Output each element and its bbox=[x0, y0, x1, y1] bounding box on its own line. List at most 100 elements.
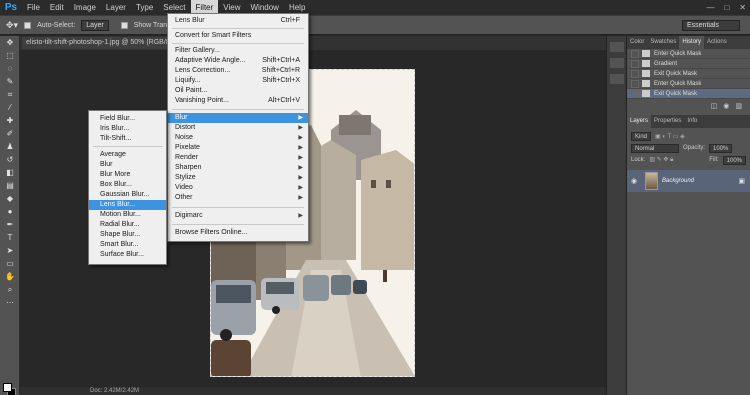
menu-item-iris-blur[interactable]: Iris Blur... bbox=[89, 124, 166, 134]
menu-item-radial-blur[interactable]: Radial Blur... bbox=[89, 220, 166, 230]
menu-item-blur[interactable]: Blur ▶ bbox=[168, 113, 308, 123]
menu-item-blur[interactable]: Blur bbox=[89, 160, 166, 170]
tab-properties[interactable]: Properties bbox=[651, 115, 684, 128]
history-item[interactable]: Exit Quick Mask bbox=[627, 69, 750, 79]
menu-item-tilt-shift[interactable]: Tilt-Shift... bbox=[89, 134, 166, 144]
tab-actions[interactable]: Actions bbox=[704, 36, 730, 49]
tab-history[interactable]: History bbox=[679, 36, 705, 49]
history-source-checkbox[interactable] bbox=[631, 69, 639, 78]
menu-image[interactable]: Image bbox=[69, 0, 101, 15]
menu-layer[interactable]: Layer bbox=[101, 0, 131, 15]
history-item[interactable]: Enter Quick Mask bbox=[627, 49, 750, 59]
path-select-tool-icon[interactable]: ➤ bbox=[0, 244, 20, 257]
menu-item-smart-blur[interactable]: Smart Blur... bbox=[89, 240, 166, 250]
new-snapshot-icon[interactable]: ◫ bbox=[711, 102, 718, 110]
auto-select-checkbox[interactable] bbox=[24, 21, 32, 29]
menu-edit[interactable]: Edit bbox=[45, 0, 69, 15]
menu-item-other[interactable]: Other ▶ bbox=[168, 193, 308, 203]
properties-panel-icon[interactable] bbox=[610, 58, 624, 68]
foreground-color-swatch[interactable] bbox=[3, 383, 12, 392]
menu-item-distort[interactable]: Distort ▶ bbox=[168, 123, 308, 133]
tab-swatches[interactable]: Swatches bbox=[647, 36, 679, 49]
hand-tool-icon[interactable]: ✋ bbox=[0, 270, 20, 283]
eyedropper-tool-icon[interactable]: ⁄ bbox=[0, 101, 20, 114]
zoom-tool-icon[interactable]: ⌕ bbox=[0, 283, 20, 296]
stamp-tool-icon[interactable]: ♟ bbox=[0, 140, 20, 153]
brush-tool-icon[interactable]: ✐ bbox=[0, 127, 20, 140]
menu-item-lens-blur[interactable]: Lens Blur... bbox=[89, 200, 166, 210]
history-item[interactable]: Gradient bbox=[627, 59, 750, 69]
history-item[interactable]: Enter Quick Mask bbox=[627, 79, 750, 89]
visibility-eye-icon[interactable]: ◉ bbox=[627, 177, 641, 185]
history-source-checkbox[interactable] bbox=[631, 79, 639, 88]
menu-item-last-filter[interactable]: Lens Blur Ctrl+F bbox=[168, 16, 308, 26]
auto-select-dropdown[interactable]: Layer bbox=[81, 19, 109, 31]
menu-item-motion-blur[interactable]: Motion Blur... bbox=[89, 210, 166, 220]
menu-item-digimarc[interactable]: Digimarc ▶ bbox=[168, 211, 308, 221]
opacity-input[interactable]: 100% bbox=[709, 143, 733, 153]
menu-item-lens-correction[interactable]: Lens Correction... Shift+Ctrl+R bbox=[168, 66, 308, 76]
lasso-tool-icon[interactable]: ◌ bbox=[0, 62, 20, 75]
menu-item-stylize[interactable]: Stylize ▶ bbox=[168, 173, 308, 183]
menu-item-field-blur[interactable]: Field Blur... bbox=[89, 114, 166, 124]
layer-row-background[interactable]: ◉ Background ▣ bbox=[627, 170, 750, 192]
tab-color[interactable]: Color bbox=[627, 36, 647, 49]
menu-item-noise[interactable]: Noise ▶ bbox=[168, 133, 308, 143]
shape-tool-icon[interactable]: ▭ bbox=[0, 257, 20, 270]
blur-tool-icon[interactable]: ◆ bbox=[0, 192, 20, 205]
menu-item-pixelate[interactable]: Pixelate ▶ bbox=[168, 143, 308, 153]
menu-item-convert-smart-filters[interactable]: Convert for Smart Filters bbox=[168, 31, 308, 41]
workspace-dropdown[interactable]: Essentials bbox=[682, 20, 740, 31]
menu-item-sharpen[interactable]: Sharpen ▶ bbox=[168, 163, 308, 173]
close-icon[interactable]: ✕ bbox=[739, 3, 746, 12]
move-tool-icon[interactable]: ✥▾ bbox=[6, 20, 18, 31]
character-panel-icon[interactable] bbox=[610, 74, 624, 84]
tab-layers[interactable]: Layers bbox=[627, 115, 652, 128]
menu-item-gaussian-blur[interactable]: Gaussian Blur... bbox=[89, 190, 166, 200]
history-item-selected[interactable]: Exit Quick Mask bbox=[627, 89, 750, 99]
camera-icon[interactable]: ◉ bbox=[723, 102, 729, 110]
gradient-tool-icon[interactable]: ▤ bbox=[0, 179, 20, 192]
minimize-icon[interactable]: — bbox=[706, 3, 714, 12]
menu-item-adaptive-wide-angle[interactable]: Adaptive Wide Angle... Shift+Ctrl+A bbox=[168, 56, 308, 66]
crop-tool-icon[interactable]: ⌗ bbox=[0, 88, 20, 101]
healing-tool-icon[interactable]: ✚ bbox=[0, 114, 20, 127]
quick-select-tool-icon[interactable]: ✎ bbox=[0, 75, 20, 88]
more-tools-icon[interactable]: ⋯ bbox=[0, 296, 20, 309]
eraser-tool-icon[interactable]: ◧ bbox=[0, 166, 20, 179]
fill-input[interactable]: 100% bbox=[722, 155, 746, 165]
menu-item-liquify[interactable]: Liquify... Shift+Ctrl+X bbox=[168, 76, 308, 86]
menu-item-render[interactable]: Render ▶ bbox=[168, 153, 308, 163]
history-panel-icon[interactable] bbox=[610, 42, 624, 52]
menu-type[interactable]: Type bbox=[131, 0, 158, 15]
menu-item-box-blur[interactable]: Box Blur... bbox=[89, 180, 166, 190]
menu-item-blur-more[interactable]: Blur More bbox=[89, 170, 166, 180]
blend-mode-dropdown[interactable]: Normal bbox=[631, 143, 679, 153]
menu-item-browse-filters-online[interactable]: Browse Filters Online... bbox=[168, 228, 308, 238]
move-tool-icon[interactable]: ✥ bbox=[0, 36, 20, 49]
lock-icons[interactable]: ▨ ✎ ✥ 🔒︎ bbox=[649, 156, 673, 164]
pen-tool-icon[interactable]: ✒ bbox=[0, 218, 20, 231]
show-transform-checkbox[interactable] bbox=[120, 21, 128, 29]
type-tool-icon[interactable]: T bbox=[0, 231, 20, 244]
layer-kind-filter[interactable]: Kind bbox=[631, 131, 652, 141]
dodge-tool-icon[interactable]: ● bbox=[0, 205, 20, 218]
menu-file[interactable]: File bbox=[22, 0, 45, 15]
maximize-icon[interactable]: □ bbox=[724, 3, 729, 12]
menu-item-vanishing-point[interactable]: Vanishing Point... Alt+Ctrl+V bbox=[168, 96, 308, 106]
trash-icon[interactable]: ▥ bbox=[735, 102, 742, 110]
menu-item-shape-blur[interactable]: Shape Blur... bbox=[89, 230, 166, 240]
filter-icons[interactable]: ▣ ◐ T ▭ ◈ bbox=[655, 133, 685, 140]
menu-item-video[interactable]: Video ▶ bbox=[168, 183, 308, 193]
menu-item-average[interactable]: Average bbox=[89, 150, 166, 160]
document-tab[interactable]: elisto-tilt-shift-photoshop-1.jpg @ 50% … bbox=[22, 37, 170, 49]
menu-item-surface-blur[interactable]: Surface Blur... bbox=[89, 250, 166, 260]
history-source-checkbox[interactable] bbox=[631, 49, 639, 58]
history-source-checkbox[interactable] bbox=[631, 89, 639, 98]
tab-info[interactable]: Info bbox=[684, 115, 700, 128]
history-brush-tool-icon[interactable]: ↺ bbox=[0, 153, 20, 166]
menu-item-filter-gallery[interactable]: Filter Gallery... bbox=[168, 46, 308, 56]
history-source-checkbox[interactable] bbox=[631, 59, 639, 68]
menu-item-oil-paint[interactable]: Oil Paint... bbox=[168, 86, 308, 96]
marquee-tool-icon[interactable]: ⬚ bbox=[0, 49, 20, 62]
